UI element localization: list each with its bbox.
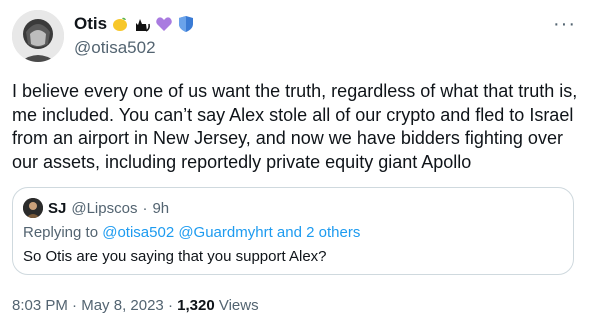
tweet-meta: 8:03 PM · May 8, 2023 · 1,320 Views bbox=[12, 297, 259, 314]
quoted-tweet-header: SJ @Lipscos · 9h bbox=[23, 198, 169, 218]
black-cat-icon bbox=[133, 15, 151, 33]
replying-to-others[interactable]: and 2 others bbox=[277, 224, 360, 241]
views-label: Views bbox=[218, 297, 259, 314]
quoted-timestamp: 9h bbox=[152, 199, 170, 217]
meta-separator: · bbox=[167, 297, 173, 314]
avatar-image bbox=[12, 10, 64, 62]
replying-to-mentions[interactable]: @otisa502 @Guardmyhrt bbox=[102, 224, 273, 241]
tweet-date[interactable]: May 8, 2023 bbox=[81, 297, 164, 314]
views-count: 1,320 bbox=[177, 297, 215, 314]
replying-to-label: Replying to bbox=[23, 224, 99, 241]
quoted-separator: · bbox=[142, 199, 148, 217]
author-handle[interactable]: @otisa502 bbox=[74, 38, 156, 58]
tweet-text: I believe every one of us want the truth… bbox=[12, 81, 578, 172]
purple-heart-icon bbox=[155, 15, 173, 33]
lemon-icon bbox=[111, 15, 129, 33]
author-avatar[interactable] bbox=[12, 10, 64, 62]
quoted-author-handle: @Lipscos bbox=[71, 199, 138, 217]
author-name[interactable]: Otis bbox=[74, 14, 107, 34]
replying-to-line: Replying to @otisa502 @Guardmyhrt and 2 … bbox=[23, 224, 360, 241]
quoted-author-name: SJ bbox=[48, 199, 67, 217]
meta-separator: · bbox=[72, 297, 78, 314]
blue-shield-icon bbox=[177, 15, 195, 33]
more-options-icon[interactable]: ··· bbox=[553, 14, 576, 34]
tweet-time[interactable]: 8:03 PM bbox=[12, 297, 68, 314]
quoted-avatar bbox=[23, 198, 43, 218]
quoted-tweet[interactable]: SJ @Lipscos · 9h Replying to @otisa502 @… bbox=[12, 187, 574, 275]
author-name-row: Otis bbox=[74, 14, 195, 34]
quoted-tweet-text: So Otis are you saying that you support … bbox=[23, 248, 327, 265]
